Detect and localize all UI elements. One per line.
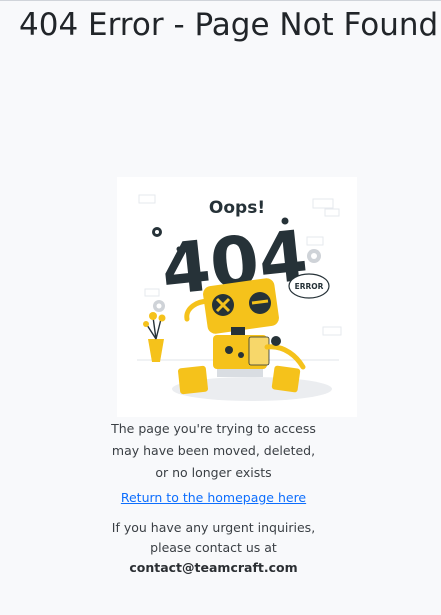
top-divider	[0, 0, 441, 1]
message-line: or no longer exists	[155, 465, 272, 480]
inquiry-line: If you have any urgent inquiries,	[111, 520, 316, 535]
oops-text: Oops!	[209, 198, 265, 218]
message-line: may have been moved, deleted,	[111, 443, 316, 458]
plant-decoration	[143, 312, 166, 362]
inquiry-line: please contact us at	[150, 540, 277, 555]
error-bubble-text: ERROR	[295, 282, 324, 291]
contact-email: contact@teamcraft.com	[129, 560, 298, 575]
error-message: The page you're trying to access may hav…	[70, 418, 357, 484]
robot-404-illustration: Oops! 404 ERROR	[117, 177, 357, 417]
message-line: The page you're trying to access	[111, 421, 316, 436]
page-title: 404 Error - Page Not Found	[19, 7, 439, 43]
return-home-link[interactable]: Return to the homepage here	[70, 487, 357, 509]
contact-info: If you have any urgent inquiries, please…	[70, 518, 357, 578]
